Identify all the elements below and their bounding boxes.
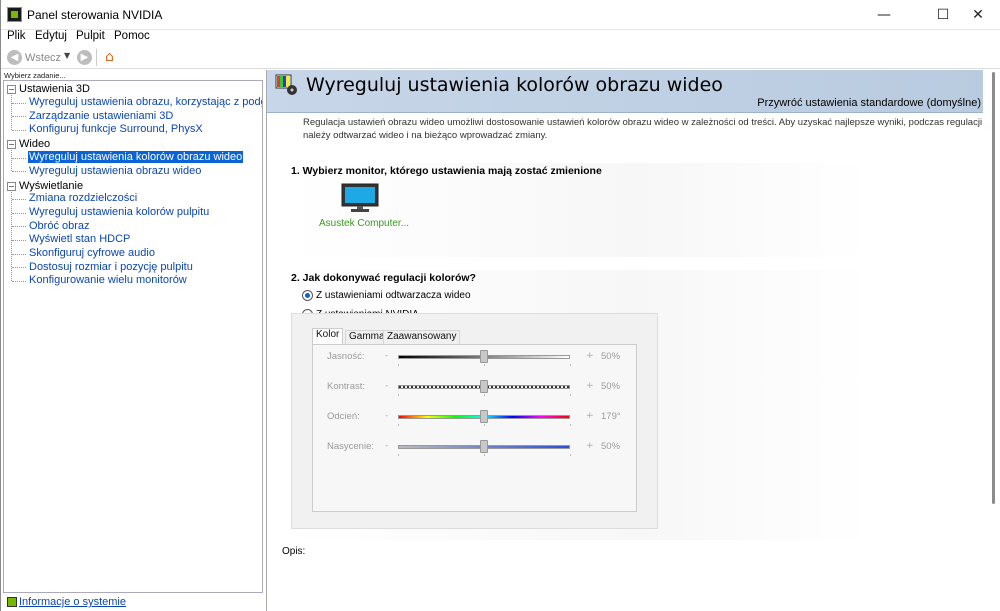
radio-player-label: Z ustawieniami odtwarzacza wideo: [316, 290, 471, 301]
slider-tick: [570, 454, 571, 456]
main-content: Wyreguluj ustawienia kolorów obrazu wide…: [266, 70, 984, 611]
menu-bar: Plik Edytuj Pulpit Pomoc: [1, 30, 1000, 46]
tree-item-multi-monitor[interactable]: Konfigurowanie wielu monitorów: [28, 274, 188, 286]
tree-item-resolution[interactable]: Zmiana rozdzielczości: [28, 192, 138, 204]
tree-item-3d-preview[interactable]: Wyreguluj ustawienia obrazu, korzystając…: [28, 96, 262, 108]
toolbar: ◀ Wstecz ▼ ▶ ⌂: [1, 46, 1000, 69]
vertical-scrollbar[interactable]: [983, 70, 1000, 611]
slider-tick: [570, 424, 571, 426]
slider-plus: +: [586, 381, 594, 391]
tree-item-video-image[interactable]: Wyreguluj ustawienia obrazu wideo: [28, 165, 202, 177]
tree-item-rotate[interactable]: Obróć obraz: [28, 220, 91, 232]
toolbar-separator: [96, 49, 97, 66]
tree-item-hdcp[interactable]: Wyświetl stan HDCP: [28, 233, 131, 245]
scrollbar-thumb[interactable]: [992, 72, 995, 504]
slider-minus: -: [385, 351, 389, 361]
slider-label: Odcień:: [327, 411, 360, 422]
slider-tick: [398, 454, 399, 456]
slider-value: 50%: [601, 381, 621, 392]
tree-item-3d-manage[interactable]: Zarządzanie ustawieniami 3D: [28, 110, 174, 122]
back-arrow-icon[interactable]: ◀: [7, 50, 22, 65]
monitor-label[interactable]: Asustek Computer...: [319, 218, 409, 229]
menu-plik[interactable]: Plik: [7, 30, 26, 42]
monitor-icon[interactable]: [341, 183, 379, 213]
slider-minus: -: [385, 441, 389, 451]
slider-tick: [484, 424, 485, 426]
restore-defaults-link[interactable]: Przywróć ustawienia standardowe (domyśln…: [757, 97, 981, 109]
nvidia-settings-group: Kolor Gamma Zaawansowany Jasność: - + 50…: [291, 313, 658, 529]
radio-player-settings[interactable]: [302, 290, 313, 301]
slider-tick: [484, 364, 485, 366]
page-banner: Wyreguluj ustawienia kolorów obrazu wide…: [267, 70, 984, 113]
tree-category-video[interactable]: Wideo: [19, 138, 50, 150]
collapse-toggle-icon[interactable]: −: [7, 140, 16, 149]
slider-plus: +: [586, 411, 594, 421]
menu-pomoc[interactable]: Pomoc: [114, 30, 150, 42]
slider-label: Jasność:: [327, 351, 365, 362]
nvidia-app-icon: [7, 7, 22, 22]
slider-plus: +: [586, 351, 594, 361]
slider-label: Kontrast:: [327, 381, 366, 392]
slider-minus: -: [385, 411, 389, 421]
slider-value: 179°: [601, 411, 621, 422]
description-label: Opis:: [282, 546, 306, 557]
slider-minus: -: [385, 381, 389, 391]
page-title: Wyreguluj ustawienia kolorów obrazu wide…: [306, 74, 723, 96]
slider-plus: +: [586, 441, 594, 451]
title-bar: Panel sterowania NVIDIA — ☐ ✕: [1, 0, 1000, 30]
home-icon[interactable]: ⌂: [101, 49, 118, 66]
close-button[interactable]: ✕: [955, 0, 1000, 30]
hue-slider-thumb[interactable]: [480, 410, 488, 423]
video-color-icon: [275, 74, 297, 95]
slider-value: 50%: [601, 351, 621, 362]
section-title-color: 2. Jak dokonywać regulacji kolorów?: [291, 272, 476, 284]
nvidia-control-panel-window: Panel sterowania NVIDIA — ☐ ✕ Plik Edytu…: [0, 0, 1000, 611]
task-label: Wybierz zadanie...: [4, 71, 66, 80]
tree-item-video-color[interactable]: Wyreguluj ustawienia kolorów obrazu wide…: [26, 150, 245, 164]
section-title-monitor: 1. Wybierz monitor, którego ustawienia m…: [291, 165, 602, 177]
tree-item-digital-audio[interactable]: Skonfiguruj cyfrowe audio: [28, 247, 156, 259]
forward-arrow-icon[interactable]: ▶: [77, 50, 92, 65]
collapse-toggle-icon[interactable]: −: [7, 182, 16, 191]
collapse-toggle-icon[interactable]: −: [7, 85, 16, 94]
tree-category-3d[interactable]: Ustawienia 3D: [19, 83, 90, 95]
system-info-icon: [7, 597, 17, 607]
slider-tick: [398, 394, 399, 396]
monitor-section: 1. Wybierz monitor, którego ustawienia m…: [289, 163, 869, 257]
minimize-button[interactable]: —: [861, 0, 907, 30]
color-tab-panel: Jasność: - + 50% Kontrast: - + 50% Odcie…: [312, 344, 637, 512]
tree-category-display[interactable]: Wyświetlanie: [19, 180, 83, 192]
slider-tick: [570, 364, 571, 366]
slider-tick: [484, 394, 485, 396]
task-tree: − Ustawienia 3D Wyreguluj ustawienia obr…: [3, 80, 263, 593]
slider-tick: [570, 394, 571, 396]
system-info-link[interactable]: Informacje o systemie: [19, 596, 126, 608]
saturation-slider-thumb[interactable]: [480, 440, 488, 453]
tree-item-desktop-color[interactable]: Wyreguluj ustawienia kolorów pulpitu: [28, 206, 210, 218]
tree-item-desktop-size[interactable]: Dostosuj rozmiar i pozycję pulpitu: [28, 261, 194, 273]
menu-edytuj[interactable]: Edytuj: [35, 30, 67, 42]
back-dropdown-chevron-icon[interactable]: ▼: [64, 51, 70, 60]
slider-tick: [484, 454, 485, 456]
window-title: Panel sterowania NVIDIA: [27, 8, 163, 22]
slider-tick: [398, 364, 399, 366]
page-description: Regulacja ustawień obrazu wideo umożliwi…: [303, 117, 983, 141]
slider-tick: [398, 424, 399, 426]
color-adjust-section: 2. Jak dokonywać regulacji kolorów? Z us…: [289, 270, 869, 540]
brightness-slider-thumb[interactable]: [480, 350, 488, 363]
contrast-slider-thumb[interactable]: [480, 380, 488, 393]
slider-label: Nasycenie:: [327, 441, 374, 452]
back-button-label[interactable]: Wstecz: [25, 52, 61, 64]
tree-item-surround-physx[interactable]: Konfiguruj funkcje Surround, PhysX: [28, 123, 204, 135]
slider-value: 50%: [601, 441, 621, 452]
menu-pulpit[interactable]: Pulpit: [76, 30, 105, 42]
tab-kolor[interactable]: Kolor: [312, 328, 344, 344]
tab-zaawansowany[interactable]: Zaawansowany: [383, 330, 461, 344]
